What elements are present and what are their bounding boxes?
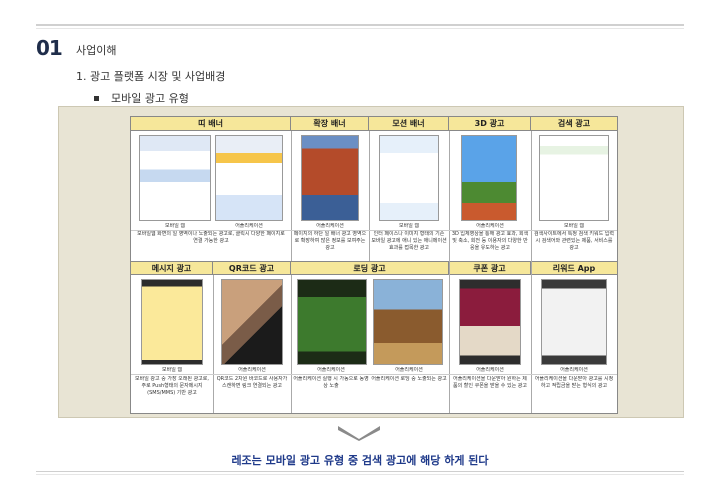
- desc-loading-ad-1: 어플리케이션 실행 시 가동으로 동영상 노출: [293, 376, 369, 389]
- desc-motion-banner: 인터 페이스나 이미지 형태의 기존 모바일 광고에 애니 있는 애니메이션 효…: [371, 231, 447, 251]
- screenshot-coupon-ad: [459, 279, 521, 365]
- conclusion-text: 레조는 모바일 광고 유형 중 검색 광고에 해당 하게 된다: [231, 454, 489, 467]
- desc-3d-ad: 3D 입체영상을 통해 광고 효과, 회색 및 축소, 회전 등 이용자의 다양…: [451, 231, 529, 251]
- bullet-text: 모바일 광고 유형: [111, 92, 189, 105]
- desc-search-ad: 검색사이트에서 특정 검색 키워드 입력시 검색어와 관련있는 제품, 서비스를…: [534, 231, 614, 251]
- desc-reward-app: 어플리케이션을 다운받아 광고를 시청하고 적립금을 받는 형식의 광고: [534, 376, 614, 389]
- caption-qr: 어플리케이션: [238, 367, 266, 373]
- caption-message: 모바일 웹: [162, 367, 182, 373]
- screenshot-reward-app: [541, 279, 607, 365]
- section-number: 01: [36, 36, 63, 60]
- top-divider: [36, 24, 684, 26]
- screenshot-expand-banner: [301, 135, 359, 221]
- screenshot-strip-banner-app: [215, 135, 283, 221]
- divider: [131, 374, 617, 375]
- divider: [531, 131, 532, 413]
- header-message-ad: 메시지 광고: [131, 261, 213, 275]
- divider: [449, 131, 450, 413]
- caption-strip-web: 모바일 웹: [165, 223, 185, 229]
- section-title: 사업이해: [76, 44, 117, 57]
- bullet-item: 모바일 광고 유형: [94, 90, 189, 106]
- header-loading-ad: 로딩 광고: [291, 261, 449, 275]
- screenshot-qr-ad: [221, 279, 283, 365]
- caption-loading-2: 어플리케이션: [395, 367, 423, 373]
- chevron-down-icon: [338, 426, 380, 441]
- divider: [213, 275, 214, 413]
- header-search-ad: 검색 광고: [531, 117, 617, 131]
- divider: [291, 131, 292, 261]
- screenshot-message-ad: [141, 279, 203, 365]
- desc-expand-banner: 페이지의 하단 일 배너 광고 영역으로 확장하여 많은 정보를 보여주는 광고: [293, 231, 367, 251]
- header-qr-ad: QR코드 광고: [213, 261, 291, 275]
- bottom-divider-thin: [36, 474, 684, 475]
- screenshot-search-ad: [539, 135, 609, 221]
- header-strip-banner: 띠 배너: [131, 117, 291, 131]
- divider: [131, 230, 617, 231]
- caption-3d: 어플리케이션: [476, 223, 504, 229]
- desc-qr-ad: QR코드 2차원 바코드로 사용자가 스캔하면 링크 연결되는 광고: [216, 376, 288, 389]
- bottom-divider: [36, 471, 684, 472]
- divider: [369, 131, 370, 261]
- caption-loading-1: 어플리케이션: [317, 367, 345, 373]
- top-divider-thin: [36, 28, 684, 29]
- caption-expand: 어플리케이션: [316, 223, 344, 229]
- header-3d-ad: 3D 광고: [449, 117, 531, 131]
- desc-strip-banner: 모바일웹 화면의 일 영역이나 노출되는 광고로, 클릭시 다양한 페이지로 연…: [137, 231, 285, 244]
- caption-motion: 모바일 웹: [399, 223, 419, 229]
- header-coupon-ad: 쿠폰 광고: [449, 261, 531, 275]
- ad-types-table: 띠 배너 확장 배너 모션 배너 3D 광고 검색 광고 모바일 웹 어플리케이…: [130, 116, 618, 414]
- desc-message-ad: 모바일 광고 중 가장 오래된 광고로, 주로 Push형태의 문자메시지(SM…: [135, 376, 209, 396]
- header-expand-banner: 확장 배너: [291, 117, 369, 131]
- caption-reward: 어플리케이션: [560, 367, 588, 373]
- desc-loading-ad-2: 어플리케이션 로딩 중 노출되는 광고: [371, 376, 447, 382]
- bullet-icon: [94, 95, 99, 101]
- screenshot-motion-banner: [379, 135, 439, 221]
- screenshot-loading-ad-1: [297, 279, 367, 365]
- screenshot-loading-ad-2: [373, 279, 443, 365]
- caption-strip-app: 어플리케이션: [235, 223, 263, 229]
- header-motion-banner: 모션 배너: [369, 117, 449, 131]
- caption-search: 모바일 웹: [564, 223, 584, 229]
- desc-coupon-ad: 어플리케이션을 다운받아 원하는 제품의 할인 쿠폰을 받을 수 있는 광고: [453, 376, 527, 389]
- subtitle: 1. 광고 플랫폼 시장 및 사업배경: [76, 70, 226, 83]
- header-reward-app: 리워드 App: [531, 261, 617, 275]
- caption-coupon: 어플리케이션: [476, 367, 504, 373]
- screenshot-strip-banner-web: [139, 135, 211, 221]
- divider: [291, 275, 292, 413]
- screenshot-3d-ad: [461, 135, 517, 221]
